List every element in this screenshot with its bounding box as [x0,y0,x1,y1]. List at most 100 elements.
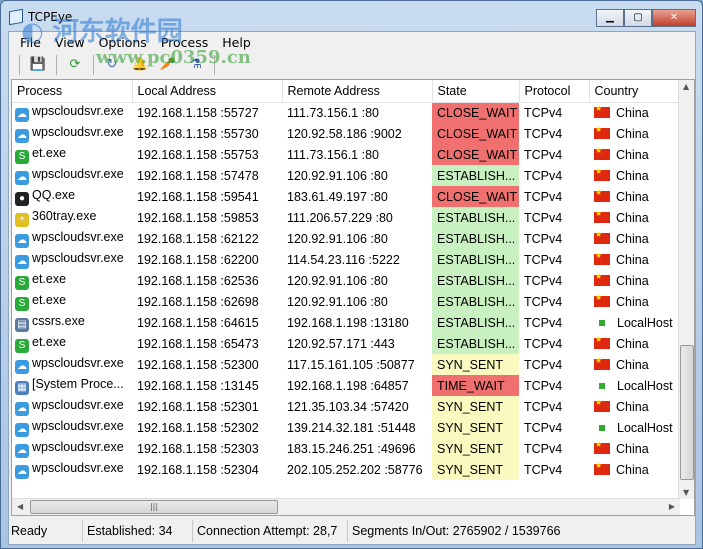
cell-process: ☁ wpscloudsvr.exe [15,250,124,269]
table-row[interactable]: ☁ wpscloudsvr.exe 192.168.1.158 :57478 12… [12,165,680,186]
cell-local-address: 192.168.1.158 :55753 [137,147,259,162]
carrot-icon[interactable]: 🥕 [156,54,180,76]
china-flag-icon [594,125,610,139]
cell-state: TIME_WAIT [432,375,519,396]
horizontal-scroll-thumb[interactable]: ||| [30,500,278,514]
refresh-icon[interactable]: ⟳ [63,54,87,76]
cell-protocol: TCPv4 [524,315,563,330]
et-process-icon: S [15,338,29,353]
cell-remote-address: 192.168.1.198 :64857 [287,378,409,393]
loop-icon[interactable]: ↻ [100,54,124,76]
et-process-icon: S [15,149,29,164]
china-flag-icon [594,461,610,475]
cell-protocol: TCPv4 [524,378,563,393]
cell-remote-address: 111.206.57.229 :80 [287,210,393,225]
table-row[interactable]: ☁ wpscloudsvr.exe 192.168.1.158 :52301 12… [12,396,680,417]
cell-remote-address: 120.92.91.106 :80 [287,273,388,288]
cell-state: CLOSE_WAIT [432,144,519,165]
app-icon [9,8,23,26]
table-row[interactable]: ☁ wpscloudsvr.exe 192.168.1.158 :52300 11… [12,354,680,375]
cell-local-address: 192.168.1.158 :62200 [137,252,259,267]
menu-file[interactable]: File [13,35,48,50]
cell-remote-address: 183.15.246.251 :49696 [287,441,416,456]
close-button[interactable]: ✕ [652,9,696,27]
china-flag-icon [594,335,610,349]
table-row[interactable]: Set.exe 192.168.1.158 :65473 120.92.57.1… [12,333,680,354]
localhost-icon [599,382,605,389]
table-row[interactable]: ☁ wpscloudsvr.exe 192.168.1.158 :52303 18… [12,438,680,459]
cell-state: ESTABLISH... [432,249,519,270]
cell-country: China [589,165,680,186]
horizontal-scrollbar[interactable]: ◀ ||| ▶ [12,498,680,515]
column-header-local-address[interactable]: Local Address [132,80,283,103]
column-header-protocol[interactable]: Protocol [519,80,590,103]
table-row[interactable]: ☁ wpscloudsvr.exe 192.168.1.158 :55727 11… [12,102,680,123]
menu-help[interactable]: Help [215,35,258,50]
vertical-scrollbar[interactable]: ▲ ▼ [678,80,694,499]
cell-protocol: TCPv4 [524,231,563,246]
app-window: TCPEye ▁ ▢ ✕ File View Options Process H… [0,0,703,549]
table-row[interactable]: Set.exe 192.168.1.158 :62536 120.92.91.1… [12,270,680,291]
cell-local-address: 192.168.1.158 :52300 [137,357,259,372]
cloud-process-icon: ☁ [15,464,29,479]
cloud-process-icon: ☁ [15,254,29,269]
et-process-icon: S [15,296,29,311]
connection-list[interactable]: Process Local Address Remote Address Sta… [11,79,695,516]
cell-remote-address: 117.15.161.105 :50877 [287,357,415,372]
cell-remote-address: 192.168.1.198 :13180 [287,315,409,330]
table-row[interactable]: ● QQ.exe 192.168.1.158 :59541 183.61.49.1… [12,186,680,207]
status-connection-attempt: Connection Attempt: 28,7 [193,520,348,542]
toolbar: 💾 ⟳ ↻ 🔔 🥕 ⚗ [9,52,695,77]
status-bar: Ready Established: 34 Connection Attempt… [9,518,695,544]
table-row[interactable]: ☁ wpscloudsvr.exe 192.168.1.158 :55730 12… [12,123,680,144]
table-row[interactable]: +360tray.exe 192.168.1.158 :59853 111.20… [12,207,680,228]
cell-local-address: 192.168.1.158 :59853 [137,210,259,225]
cell-remote-address: 111.73.156.1 :80 [287,147,379,162]
table-row[interactable]: ☁ wpscloudsvr.exe 192.168.1.158 :62200 11… [12,249,680,270]
cell-local-address: 192.168.1.158 :59541 [137,189,259,204]
menu-options[interactable]: Options [92,35,154,50]
column-header-country[interactable]: Country [589,80,681,103]
column-header-process[interactable]: Process [12,80,133,103]
table-row[interactable]: ☁ wpscloudsvr.exe 192.168.1.158 :52304 20… [12,459,680,480]
menu-process[interactable]: Process [154,35,215,50]
cell-process: ☁ wpscloudsvr.exe [15,229,124,248]
flask-icon[interactable]: ⚗ [184,54,208,76]
cell-local-address: 192.168.1.158 :52304 [137,462,259,477]
table-row[interactable]: ▤ cssrs.exe 192.168.1.158 :64615 192.168.… [12,312,680,333]
cell-remote-address: 111.73.156.1 :80 [287,105,379,120]
table-row[interactable]: Set.exe 192.168.1.158 :62698 120.92.91.1… [12,291,680,312]
sys-process-icon: ▦ [15,380,29,395]
table-row[interactable]: Set.exe 192.168.1.158 :55753 111.73.156.… [12,144,680,165]
bell-icon[interactable]: 🔔 [128,54,152,76]
vertical-scroll-thumb[interactable] [680,345,694,480]
column-header-state[interactable]: State [432,80,520,103]
table-row[interactable]: ☁ wpscloudsvr.exe 192.168.1.158 :52302 13… [12,417,680,438]
maximize-button[interactable]: ▢ [624,9,652,27]
cell-remote-address: 139.214.32.181 :51448 [287,420,416,435]
column-header-remote-address[interactable]: Remote Address [282,80,433,103]
cell-local-address: 192.168.1.158 :65473 [137,336,259,351]
cell-protocol: TCPv4 [524,168,563,183]
cell-country: China [589,354,680,375]
minimize-button[interactable]: ▁ [596,9,624,27]
table-row[interactable]: ☁ wpscloudsvr.exe 192.168.1.158 :62122 12… [12,228,680,249]
cell-remote-address: 120.92.57.171 :443 [287,336,395,351]
cell-country: China [589,123,680,144]
china-flag-icon [594,293,610,307]
cell-process: +360tray.exe [12,207,132,228]
table-row[interactable]: ▦ [System Proce... 192.168.1.158 :13145 1… [12,375,680,396]
cell-country: China [589,102,680,123]
save-icon[interactable]: 💾 [26,54,50,76]
cell-protocol: TCPv4 [524,294,563,309]
cell-state: ESTABLISH... [432,270,519,291]
cell-process: ☁ wpscloudsvr.exe [15,103,124,122]
cell-process: ☁ wpscloudsvr.exe [15,355,124,374]
cell-local-address: 192.168.1.158 :13145 [137,378,259,393]
menu-view[interactable]: View [48,35,92,50]
cell-state: ESTABLISH... [432,312,519,333]
cell-local-address: 192.168.1.158 :62122 [137,231,259,246]
cell-protocol: TCPv4 [524,357,563,372]
china-flag-icon [594,167,610,181]
cell-remote-address: 121.35.103.34 :57420 [287,399,409,414]
